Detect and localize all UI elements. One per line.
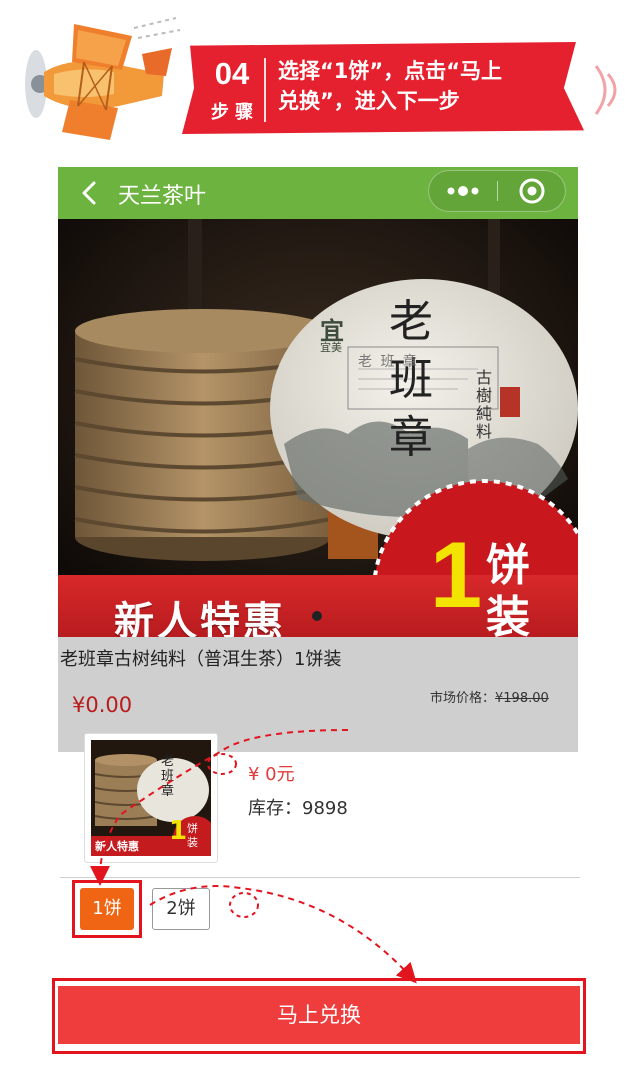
badge-char-2: 装 — [486, 592, 530, 637]
product-image[interactable]: 老班章 古樹純料 老 班 章 宜 宜美 新人特惠 1 饼 装 — [58, 219, 578, 637]
instruction-line-2: 兑换”，进入下一步 — [278, 89, 460, 113]
brand-name: 宜美 — [320, 341, 342, 354]
step-word: 步 骤 — [210, 102, 254, 123]
market-price: 市场价格：¥198.00 — [430, 687, 549, 706]
airplane-illustration — [25, 17, 181, 140]
tutorial-banner: 04 步 骤 选择“1饼”，点击“马上 兑换”，进入下一步 — [0, 0, 640, 150]
page-title: 天兰茶叶 — [118, 184, 207, 209]
more-dots-icon — [447, 186, 479, 196]
step-divider — [264, 58, 266, 122]
spec-option-2[interactable]: 2饼 — [152, 888, 210, 930]
thumb-seal: 老班章 — [161, 754, 175, 799]
thumb-char-2: 装 — [187, 836, 198, 849]
thumb-promo: 新人特惠 — [95, 840, 139, 853]
market-price-value: ¥198.00 — [495, 691, 549, 706]
spec-price: ¥ 0元 — [248, 764, 295, 785]
back-arrow-icon[interactable] — [78, 179, 102, 207]
thumbnail-image: 老班章 新人特惠 1 饼 装 — [91, 740, 211, 856]
seal-header: 老 班 章 — [358, 354, 419, 370]
menu-capsule — [428, 170, 566, 212]
instruction-line-1: 选择“1饼”，点击“马上 — [278, 59, 503, 83]
top-navbar: 天兰茶叶 — [58, 167, 578, 219]
more-options-button[interactable] — [429, 171, 497, 211]
step-number: 04 — [214, 56, 250, 91]
carousel-indicator[interactable] — [312, 611, 322, 621]
product-title: 老班章古树纯料（普洱生茶）1饼装 — [60, 649, 342, 670]
spec-divider — [60, 877, 580, 878]
promo-text: 新人特惠 — [114, 599, 286, 637]
redeem-button[interactable]: 马上兑换 — [58, 986, 580, 1044]
seal-big-chars: 老班章 — [389, 296, 433, 463]
market-price-label: 市场价格： — [430, 691, 496, 706]
spec-thumbnail: 老班章 新人特惠 1 饼 装 — [84, 733, 218, 863]
product-price: ¥0.00 — [72, 693, 133, 717]
spec-option-1[interactable]: 1饼 — [80, 888, 134, 930]
step-ribbon: 04 步 骤 选择“1饼”，点击“马上 兑换”，进入下一步 — [182, 42, 584, 134]
speed-lines-icon — [594, 65, 617, 115]
seal-small-text: 古樹純料 — [476, 368, 493, 441]
thumb-number: 1 — [169, 816, 188, 846]
target-close-icon — [519, 178, 545, 204]
close-mini-program-button[interactable] — [498, 171, 566, 211]
mini-program-screen: 天兰茶叶 老班章 古樹純料 老 班 章 宜 宜美 新人特惠 1 饼 装 老班章古… — [58, 167, 578, 752]
step-instruction: 选择“1饼”，点击“马上 兑换”，进入下一步 — [278, 56, 568, 116]
spec-stock: 库存：9898 — [248, 798, 348, 819]
